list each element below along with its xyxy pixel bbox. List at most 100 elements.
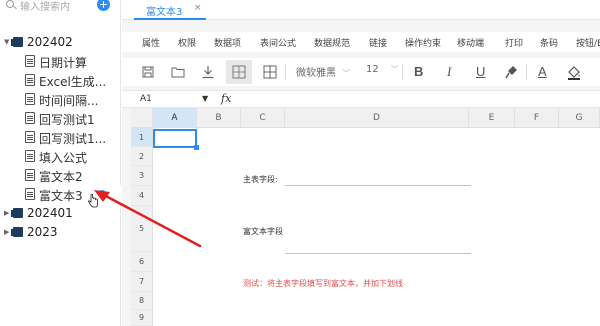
italic-button[interactable]: I — [447, 64, 451, 80]
tree-item-label: 日期计算 — [39, 56, 88, 70]
menu-links[interactable]: 链接 — [369, 36, 387, 49]
document-icon — [25, 55, 35, 67]
tree-item-label: 填入公式 — [39, 151, 88, 165]
bold-button[interactable]: B — [414, 64, 423, 79]
row-header-3[interactable]: 3 — [131, 166, 153, 186]
rich-text-label: 富文本字段 — [243, 227, 283, 236]
column-header-a[interactable]: A — [153, 108, 197, 128]
sidebar: 输入搜索内 + ▼ 202402 日期计算 Excel生成... 时间间隔... — [0, 0, 121, 326]
tree-item-writeback-1[interactable]: 回写测试1 — [0, 109, 121, 128]
tree-folder-2023[interactable]: ▶ 2023 — [0, 223, 121, 242]
borders-icon[interactable] — [262, 64, 278, 80]
menu-permissions[interactable]: 权限 — [178, 36, 196, 49]
tab-richtext-3[interactable]: 富文本3 × — [134, 0, 206, 20]
tree-item-richtext-3[interactable]: 富文本3 — [0, 185, 121, 204]
fill-color-icon[interactable] — [566, 64, 582, 80]
tree-item-richtext-2[interactable]: 富文本2 — [0, 166, 121, 185]
close-icon[interactable]: × — [194, 3, 202, 13]
folder-icon — [11, 227, 23, 237]
menu-data-items[interactable]: 数据项 — [214, 36, 241, 49]
toolbar-divider — [402, 64, 403, 80]
font-size-value: 12 — [366, 64, 379, 75]
chevron-down-icon[interactable]: ▼ — [202, 94, 208, 103]
folder-open-icon[interactable] — [170, 64, 186, 80]
tree-item-label: 富文本3 — [39, 189, 83, 203]
menu-buttons[interactable]: 按钮/E — [576, 36, 600, 49]
menu-mobile[interactable]: 移动端 — [457, 36, 484, 49]
gear-icon[interactable] — [98, 190, 106, 198]
folder-icon — [11, 37, 23, 47]
document-icon — [25, 169, 35, 181]
row-header-1[interactable]: 1 — [131, 128, 153, 147]
tree-item-label: 时间间隔... — [39, 94, 99, 108]
column-header-g[interactable]: G — [559, 108, 600, 128]
fx-icon[interactable]: fx — [221, 92, 231, 105]
merge-cells-icon[interactable] — [231, 64, 247, 80]
toolbar: 微软雅黑 ﹀ 12 ﹀ B I U A — [122, 58, 600, 86]
tree-folder-202402[interactable]: ▼ 202402 — [0, 33, 121, 52]
tree-item-fill-formula[interactable]: 填入公式 — [0, 147, 121, 166]
chevron-right-icon[interactable]: ▶ — [4, 209, 9, 217]
document-icon — [25, 188, 35, 200]
menu-print[interactable]: 打印 — [505, 36, 523, 49]
menu-table-formulas[interactable]: 表间公式 — [260, 36, 296, 49]
column-header-c[interactable]: C — [241, 108, 285, 128]
menu-constraints[interactable]: 操作约束 — [405, 36, 441, 49]
tree-folder-label: 202401 — [27, 206, 73, 220]
row-header-5[interactable]: 5 — [131, 206, 153, 252]
menu-barcode[interactable]: 条码 — [540, 36, 558, 49]
underline-button[interactable]: U — [476, 64, 485, 79]
document-icon — [25, 93, 35, 105]
search-box[interactable]: 输入搜索内 — [4, 0, 110, 14]
row-header-6[interactable]: 6 — [131, 252, 153, 272]
row-header-7[interactable]: 7 — [131, 272, 153, 292]
tree-folder-label: 2023 — [27, 225, 58, 239]
test-note: 测试：将主表字段填写到富文本，并加下划线 — [243, 279, 403, 288]
tree-item-time-interval[interactable]: 时间间隔... — [0, 90, 121, 109]
main-field-label: 主表字段: — [243, 175, 278, 184]
column-header-e[interactable]: E — [469, 108, 515, 128]
toolbar-divider — [526, 64, 527, 80]
folder-icon — [11, 208, 23, 218]
cell-reference[interactable]: A1 — [140, 94, 152, 104]
tree-item-writeback-1b[interactable]: 回写测试1... — [0, 128, 121, 147]
tree-item-label: 富文本2 — [39, 170, 83, 184]
chevron-down-icon: ﹀ — [342, 69, 350, 78]
document-icon — [25, 74, 35, 86]
format-painter-icon[interactable] — [504, 64, 520, 80]
menu-data-rules[interactable]: 数据规范 — [314, 36, 350, 49]
search-icon — [6, 0, 14, 8]
menu-properties[interactable]: 属性 — [142, 36, 160, 49]
app-window: 输入搜索内 + ▼ 202402 日期计算 Excel生成... 时间间隔... — [0, 0, 600, 326]
select-all-corner[interactable] — [131, 108, 153, 128]
document-icon — [25, 150, 35, 162]
fill-handle[interactable] — [194, 145, 199, 150]
row-header-9[interactable]: 9 — [131, 310, 153, 326]
row-header-2[interactable]: 2 — [131, 147, 153, 166]
font-family-select[interactable]: 微软雅黑 ﹀ — [296, 64, 350, 79]
font-color-button[interactable]: A — [538, 64, 547, 79]
download-icon[interactable] — [200, 64, 216, 80]
tree-item-excel[interactable]: Excel生成... — [0, 71, 121, 90]
row-header-4[interactable]: 4 — [131, 186, 153, 206]
column-header-f[interactable]: F — [515, 108, 559, 128]
rich-text-underline — [285, 253, 471, 254]
chevron-right-icon[interactable]: ▶ — [4, 228, 9, 236]
formula-bar: A1 ▼ fx — [122, 90, 600, 108]
tree-item-date-calc[interactable]: 日期计算 — [0, 52, 121, 71]
save-icon[interactable] — [140, 64, 156, 80]
chevron-down-icon[interactable]: ▼ — [4, 38, 9, 46]
column-header-b[interactable]: B — [197, 108, 241, 128]
main-area: 富文本3 × 属性 权限 数据项 表间公式 数据规范 链接 操作约束 移动端 打… — [122, 0, 600, 326]
selected-cell-a1[interactable] — [153, 129, 197, 148]
chevron-down-icon: ﹀ — [390, 65, 399, 74]
hand-cursor-icon — [88, 194, 98, 208]
font-size-select[interactable]: 12 ﹀ — [366, 64, 399, 75]
row-header-8[interactable]: 8 — [131, 292, 153, 310]
column-header-d[interactable]: D — [285, 108, 469, 128]
font-family-value: 微软雅黑 — [296, 68, 336, 79]
spreadsheet-grid[interactable]: A B C D E F G 1 2 3 4 5 6 7 8 9 主表字段: 富文… — [131, 108, 600, 326]
search-input[interactable]: 输入搜索内 — [20, 0, 70, 13]
tab-bar: 富文本3 × — [122, 0, 600, 20]
tree-folder-202401[interactable]: ▶ 202401 — [0, 204, 121, 223]
